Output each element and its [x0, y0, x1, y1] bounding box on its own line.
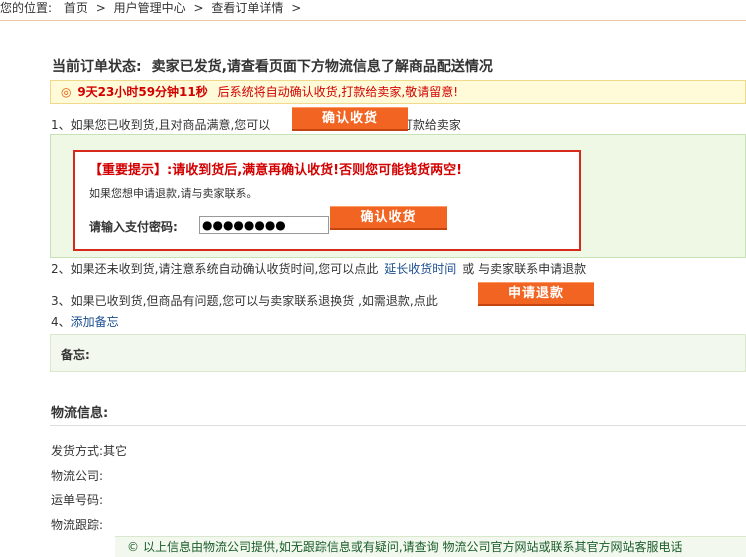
apply-refund-button[interactable]: 申请退款	[478, 282, 594, 306]
add-memo-link[interactable]: 添加备忘	[71, 315, 119, 329]
step2-text: 2、如果还未收到货,请注意系统自动确认收货时间,您可以点此	[51, 262, 379, 276]
logistics-source-text: 以上信息由物流公司提供,如无跟踪信息或有疑问,请查询 物流公司官方网站或联系其官…	[143, 540, 683, 554]
step1-after-text: 打款给卖家	[400, 118, 461, 132]
header-divider	[0, 20, 746, 21]
order-status-heading: 当前订单状态: 卖家已发货,请查看页面下方物流信息了解商品配送情况	[52, 56, 493, 76]
shipping-method-label: 发货方式:	[51, 444, 104, 458]
shipping-method-row: 发货方式:其它	[51, 442, 127, 459]
confirm-receipt-button[interactable]: 确认收货	[292, 107, 408, 131]
memo-box: 备忘:	[50, 334, 746, 372]
countdown-time: 9天23小时59分钟11秒	[77, 85, 208, 99]
breadcrumb-prefix: 您的位置:	[0, 1, 53, 15]
shipping-method-value: 其它	[103, 444, 128, 458]
step-add-memo: 4、添加备忘	[51, 313, 119, 331]
order-status-message: 卖家已发货,请查看页面下方物流信息了解商品配送情况	[151, 59, 493, 75]
payment-password-label: 请输入支付密码:	[89, 220, 178, 234]
important-notice-box: 【重要提示】:请收到货后,满意再确认收货!否则您可能钱货两空! 如果您想申请退款…	[73, 150, 581, 251]
step-extend-receipt: 2、如果还未收到货,请注意系统自动确认收货时间,您可以点此 延长收货时间或 与卖家…	[51, 260, 586, 278]
breadcrumb-order-detail: 查看订单详情	[211, 1, 284, 15]
tracking-label: 物流跟踪:	[51, 518, 104, 532]
important-notice-title: 【重要提示】:请收到货后,满意再确认收货!否则您可能钱货两空!	[89, 163, 462, 178]
breadcrumb-separator: >	[193, 1, 204, 15]
step3-text: 3、如果已收到货,但商品有问题,您可以与卖家联系退换货 ,如需退款,点此	[51, 294, 438, 308]
step4-prefix: 4、	[51, 315, 71, 329]
breadcrumb-separator: >	[95, 1, 106, 15]
refund-contact-note: 如果您想申请退款,请与卖家联系。	[89, 187, 258, 200]
copyright-icon: ©	[127, 540, 139, 554]
payment-password-input[interactable]: ●●●●●●●●	[199, 216, 329, 234]
breadcrumb-separator: >	[291, 1, 302, 15]
logistics-source-note: © 以上信息由物流公司提供,如无跟踪信息或有疑问,请查询 物流公司官方网站或联系其…	[115, 536, 746, 557]
breadcrumb-home[interactable]: 首页	[64, 1, 88, 15]
step2-after-text: 或 与卖家联系申请退款	[462, 262, 587, 276]
auto-confirm-countdown-bar: ◎ 9天23小时59分钟11秒 后系统将自动确认收货,打款给卖家,敬请留意!	[50, 80, 746, 104]
clock-icon: ◎	[61, 85, 72, 99]
order-status-label: 当前订单状态:	[52, 59, 142, 75]
logistics-company-row: 物流公司:	[51, 467, 103, 484]
breadcrumb-user-center[interactable]: 用户管理中心	[114, 1, 186, 15]
memo-label: 备忘:	[61, 348, 90, 362]
breadcrumb: 您的位置: 首页 > 用户管理中心 > 查看订单详情 >	[0, 0, 305, 18]
logistics-divider	[50, 425, 746, 426]
waybill-number-label: 运单号码:	[51, 493, 104, 507]
logistics-company-label: 物流公司:	[51, 469, 104, 483]
waybill-number-row: 运单号码:	[51, 491, 103, 508]
extend-receipt-link[interactable]: 延长收货时间	[384, 262, 456, 276]
confirm-receipt-submit-button[interactable]: 确认收货	[330, 206, 447, 230]
step-apply-refund: 3、如果已收到货,但商品有问题,您可以与卖家联系退换货 ,如需退款,点此	[51, 292, 438, 310]
step1-text: 1、如果您已收到货,且对商品满意,您可以	[51, 118, 271, 132]
countdown-text: 后系统将自动确认收货,打款给卖家,敬请留意!	[217, 85, 459, 99]
tracking-row: 物流跟踪:	[51, 516, 103, 533]
logistics-title: 物流信息:	[51, 406, 109, 421]
